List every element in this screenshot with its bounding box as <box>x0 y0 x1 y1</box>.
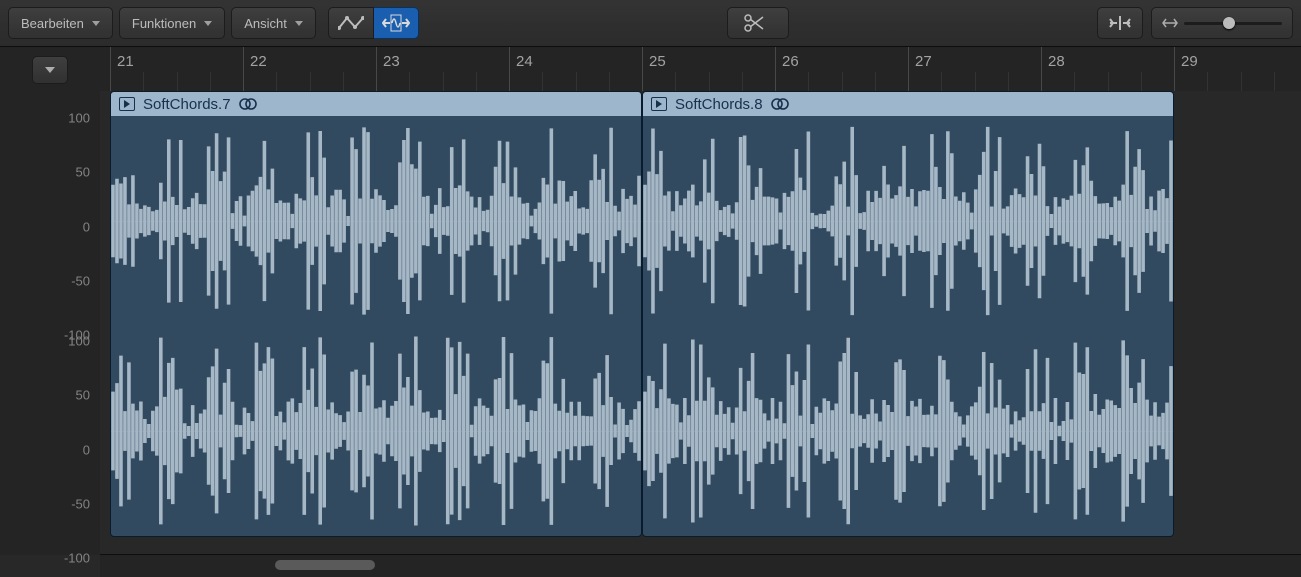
edit-menu-label: Bearbeiten <box>21 16 84 31</box>
amplitude-label: 100 <box>68 111 90 126</box>
functions-menu[interactable]: Funktionen <box>119 7 225 39</box>
view-menu-label: Ansicht <box>244 16 287 31</box>
automation-curve-icon <box>338 15 364 31</box>
region-play-icon[interactable] <box>651 97 667 111</box>
loop-icon <box>239 97 257 111</box>
scissors-icon <box>744 14 764 32</box>
waveform-area <box>111 116 641 536</box>
channel-1 <box>111 116 641 326</box>
scrollbar-thumb[interactable] <box>275 560 375 570</box>
amplitude-label: -50 <box>71 273 90 288</box>
bar-number: 26 <box>782 53 799 70</box>
scissors-tool[interactable] <box>727 7 789 39</box>
amplitude-label: 50 <box>76 165 90 180</box>
functions-menu-label: Funktionen <box>132 16 196 31</box>
amplitude-label: 0 <box>83 219 90 234</box>
horizontal-zoom-slider[interactable] <box>1151 7 1293 39</box>
waveform-area <box>643 116 1173 536</box>
chevron-down-icon <box>295 21 303 26</box>
audio-region[interactable]: SoftChords.8 <box>642 91 1174 537</box>
chevron-down-icon <box>204 21 212 26</box>
bar-number: 25 <box>649 53 666 70</box>
region-name: SoftChords.7 <box>143 96 231 113</box>
flex-icon <box>382 14 410 32</box>
flex-tool[interactable] <box>374 7 419 39</box>
tracks-area[interactable]: SoftChords.7 SoftChords.8 <box>100 91 1301 555</box>
amplitude-label: 50 <box>76 388 90 403</box>
catch-playhead-icon <box>1108 15 1132 31</box>
zoom-track <box>1184 22 1282 25</box>
view-menu[interactable]: Ansicht <box>231 7 316 39</box>
zoom-arrows-icon <box>1162 18 1178 28</box>
bar-ruler[interactable]: 21 22 23 24 25 26 27 28 29 <box>100 47 1301 92</box>
region-header[interactable]: SoftChords.8 <box>643 92 1173 116</box>
bar-number: 23 <box>383 53 400 70</box>
amplitude-scale: 100500-50-100100500-50-100 <box>0 91 100 555</box>
amplitude-label: 0 <box>83 442 90 457</box>
editor-toolbar: Bearbeiten Funktionen Ansicht <box>0 0 1301 47</box>
audio-editor: 100500-50-100100500-50-100 SoftChords.7 <box>0 91 1301 555</box>
region-header[interactable]: SoftChords.7 <box>111 92 641 116</box>
region-play-icon[interactable] <box>119 97 135 111</box>
bar-number: 27 <box>915 53 932 70</box>
mode-tool-group <box>328 7 419 39</box>
right-tool-group <box>1097 7 1293 39</box>
ruler-options-button[interactable] <box>32 56 68 84</box>
amplitude-label: -100 <box>64 551 90 566</box>
horizontal-scrollbar[interactable] <box>100 554 1301 577</box>
audio-region[interactable]: SoftChords.7 <box>110 91 642 537</box>
channel-1 <box>643 116 1173 326</box>
bar-number: 24 <box>516 53 533 70</box>
automation-tool[interactable] <box>328 7 374 39</box>
channel-2 <box>111 326 641 536</box>
amplitude-label: -50 <box>71 496 90 511</box>
chevron-down-icon <box>45 67 55 73</box>
chevron-down-icon <box>92 21 100 26</box>
amplitude-label: 100 <box>68 334 90 349</box>
loop-icon <box>771 97 789 111</box>
ruler-gutter <box>0 47 100 92</box>
catch-playhead-tool[interactable] <box>1097 7 1143 39</box>
bar-number: 29 <box>1181 53 1198 70</box>
bar-number: 22 <box>250 53 267 70</box>
bar-number: 28 <box>1048 53 1065 70</box>
channel-2 <box>643 326 1173 536</box>
edit-menu[interactable]: Bearbeiten <box>8 7 113 39</box>
zoom-knob[interactable] <box>1223 17 1235 29</box>
ruler-row: 21 22 23 24 25 26 27 28 29 <box>0 47 1301 93</box>
region-name: SoftChords.8 <box>675 96 763 113</box>
bar-number: 21 <box>117 53 134 70</box>
